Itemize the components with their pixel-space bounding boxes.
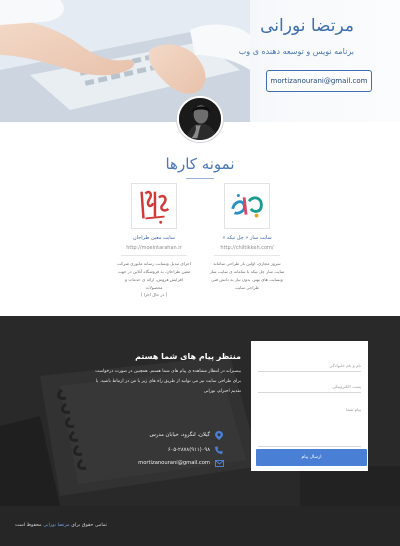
- portfolio-card-url[interactable]: http://moeintarahan.ir: [112, 245, 196, 251]
- footer-suffix: محفوظ است: [15, 523, 42, 528]
- hero-subtitle: برنامه نویس و توسعه دهنده ی وب: [238, 47, 354, 56]
- map-pin-icon: [213, 430, 225, 440]
- portfolio-card-title[interactable]: سایت ساز « چل تیکه »: [205, 235, 289, 241]
- footer: تمامی حقوق برای مرتضا نورانی محفوظ است: [0, 506, 400, 546]
- footer-prefix: تمامی حقوق برای: [71, 523, 108, 528]
- portfolio-card-title[interactable]: سایت معین طراحان: [112, 235, 196, 241]
- hero-email-button[interactable]: mortizanourani@gmail.com: [266, 70, 372, 92]
- portfolio-title-divider: [186, 178, 214, 179]
- message-field[interactable]: پیام شما: [258, 407, 361, 447]
- footer-copyright: تمامی حقوق برای مرتضا نورانی محفوظ است: [15, 523, 107, 528]
- phone-icon: [213, 445, 225, 455]
- contact-description: بیصبرانه در انتظار مشاهده ی پیام های شما…: [95, 369, 241, 394]
- avatar: [177, 96, 223, 142]
- email-field[interactable]: پست الکترونیکی: [258, 384, 361, 393]
- portfolio-card-status: ( در حال اجرا ): [140, 292, 168, 297]
- footer-owner-link[interactable]: مرتضا نورانی: [43, 523, 70, 528]
- chiltikkeh-logo: [224, 183, 270, 229]
- portfolio-card[interactable]: سایت ساز « چل تیکه » http://chiltikkeh.c…: [205, 183, 289, 292]
- send-message-button[interactable]: ارسال پیام: [256, 449, 367, 466]
- portfolio-card-url[interactable]: http://chiltikkeh.com/: [205, 245, 289, 251]
- envelope-icon: [213, 458, 225, 468]
- portfolio-card-divider: [121, 255, 187, 256]
- portfolio-title: نمونه کارها: [165, 155, 235, 173]
- portfolio-card-divider: [214, 255, 280, 256]
- avatar-photo: [179, 98, 221, 140]
- contact-address: گیلان، لنگرود، خیابان مدرس: [149, 432, 210, 438]
- contact-title: منتظر پیام های شما هستم: [135, 352, 241, 361]
- contact-email[interactable]: mortizanourani@gmail.com: [138, 460, 210, 466]
- hero-name: مرتضا نورانی: [260, 16, 354, 36]
- moein-tarahan-logo: [131, 183, 177, 229]
- contact-phone[interactable]: ۰۹۸(۹۱۱)۶۰۵-۲۸۷۸: [168, 447, 210, 453]
- name-field[interactable]: نام و نام خانوادگی: [258, 363, 361, 372]
- portfolio-card-description: اجرای تبدیل وبسایت رسانه مانوری شرکت معی…: [117, 261, 191, 290]
- portfolio-card[interactable]: سایت معین طراحان http://moeintarahan.ir …: [112, 183, 196, 297]
- portfolio-card-description: سرور مجازی، اولین بار طراحی سامانه سایت …: [209, 261, 285, 290]
